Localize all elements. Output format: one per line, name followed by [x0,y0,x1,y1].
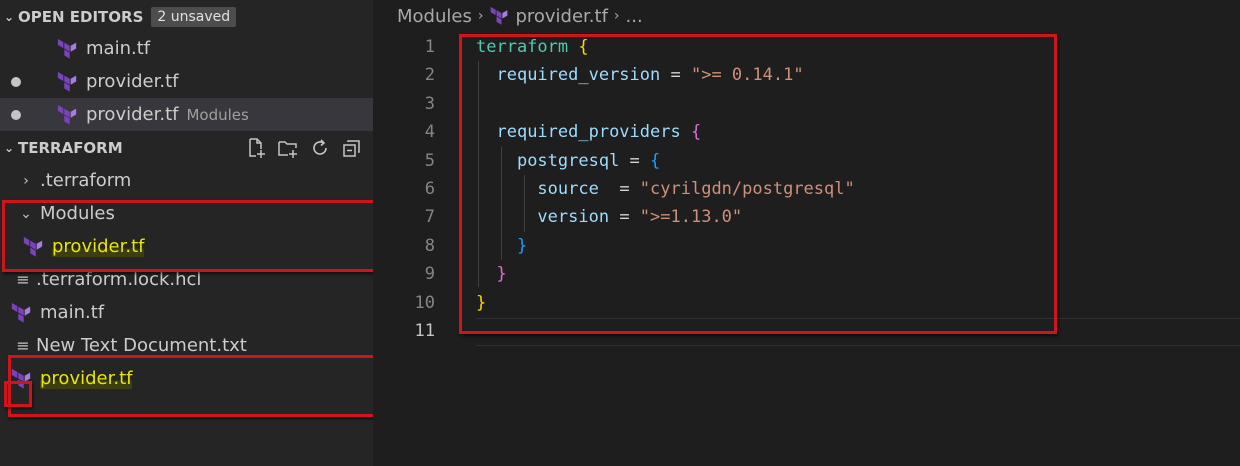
line-number: 8 [424,236,435,256]
annotation-box [8,355,391,417]
tree-item-label: main.tf [40,302,105,323]
tree-item-label: .terraform.lock.hcl [36,269,202,290]
breadcrumb-folder[interactable]: Modules [397,6,472,27]
unsaved-dot-icon[interactable] [11,76,21,87]
open-editor-item[interactable]: provider.tf [0,65,373,98]
line-number: 9 [424,264,435,284]
line-number: 5 [424,151,435,171]
code-editor[interactable]: Modules › provider.tf › ... 1 terraform … [373,0,1240,466]
explorer-sidebar: ⌄ OPEN EDITORS 2 unsaved main.tf provide… [0,0,391,466]
open-editors-title: OPEN EDITORS [18,7,144,26]
line-number: 7 [424,207,435,227]
line-number: 4 [424,122,435,142]
open-editor-label: provider.tf [86,71,179,92]
text-file-icon: ≡ [16,336,30,355]
open-editor-label: main.tf [86,38,151,59]
open-editors-header[interactable]: ⌄ OPEN EDITORS 2 unsaved [0,0,373,33]
folder-section-header[interactable]: ⌄ TERRAFORM [0,131,373,164]
tree-item-folder[interactable]: › .terraform [0,164,373,197]
chevron-right-icon: › [613,8,620,24]
chevron-down-icon: ⌄ [3,9,15,24]
unsaved-badge: 2 unsaved [151,6,237,27]
tree-item-file[interactable]: main.tf [0,296,373,329]
line-number: 3 [424,94,435,114]
tree-item-label: .terraform [40,170,132,191]
open-editor-item[interactable]: provider.tf Modules [0,98,373,131]
open-editor-item[interactable]: main.tf [0,32,373,65]
new-file-icon[interactable] [245,137,267,159]
terraform-icon [57,104,77,125]
unsaved-dot-icon[interactable] [11,109,21,120]
breadcrumb-more[interactable]: ... [626,6,643,27]
collapse-all-icon[interactable] [341,137,363,159]
open-editor-label: provider.tf [86,104,179,125]
breadcrumb: Modules › provider.tf › ... [397,4,643,28]
chevron-right-icon: › [477,8,484,24]
annotation-box [4,381,32,407]
terraform-icon [57,38,77,59]
open-editor-description: Modules [186,105,249,124]
folder-section-title: TERRAFORM [18,138,123,157]
line-number: 1 [424,37,435,57]
line-number: 2 [424,65,435,85]
annotation-box [459,34,1057,334]
line-number: 10 [414,293,435,313]
chevron-down-icon: ⌄ [3,140,15,155]
chevron-right-icon: › [23,172,29,189]
tree-item-label: New Text Document.txt [36,335,247,356]
line-number: 6 [424,179,435,199]
new-folder-icon[interactable] [277,137,299,159]
text-file-icon: ≡ [16,270,30,289]
terraform-icon [491,6,508,25]
terraform-icon [11,302,31,323]
annotation-box [2,200,376,272]
terraform-icon [57,71,77,92]
breadcrumb-file[interactable]: provider.tf [515,6,607,27]
line-number: 11 [414,321,435,341]
refresh-icon[interactable] [309,137,331,159]
